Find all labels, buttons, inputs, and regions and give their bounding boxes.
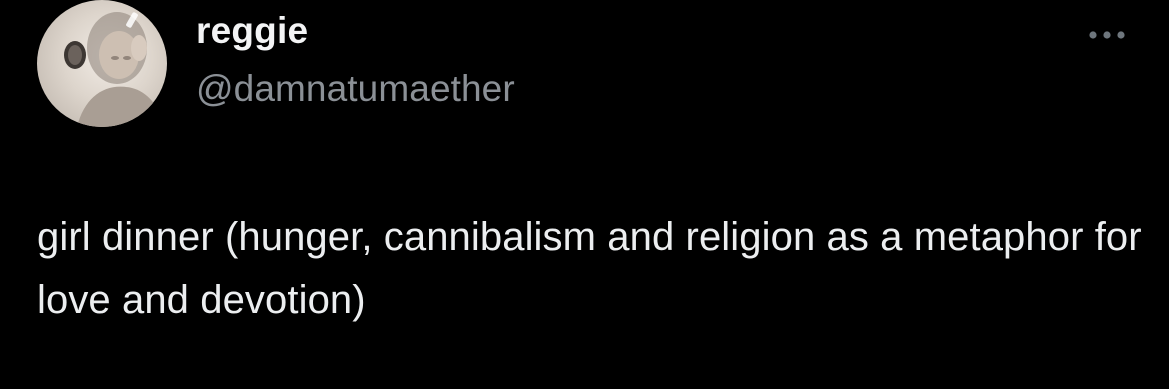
avatar[interactable] (37, 0, 167, 127)
tweet-text: girl dinner (hunger, cannibalism and rel… (37, 215, 1142, 322)
author-display-name[interactable]: reggie (196, 10, 308, 52)
more-horizontal-icon (1089, 31, 1125, 39)
more-options-button[interactable] (1084, 22, 1130, 48)
author-handle[interactable]: @damnatumaether (196, 68, 515, 110)
avatar-photo (64, 12, 165, 127)
tweet-card: reggie @damnatumaether girl dinner (hung… (0, 0, 1169, 389)
